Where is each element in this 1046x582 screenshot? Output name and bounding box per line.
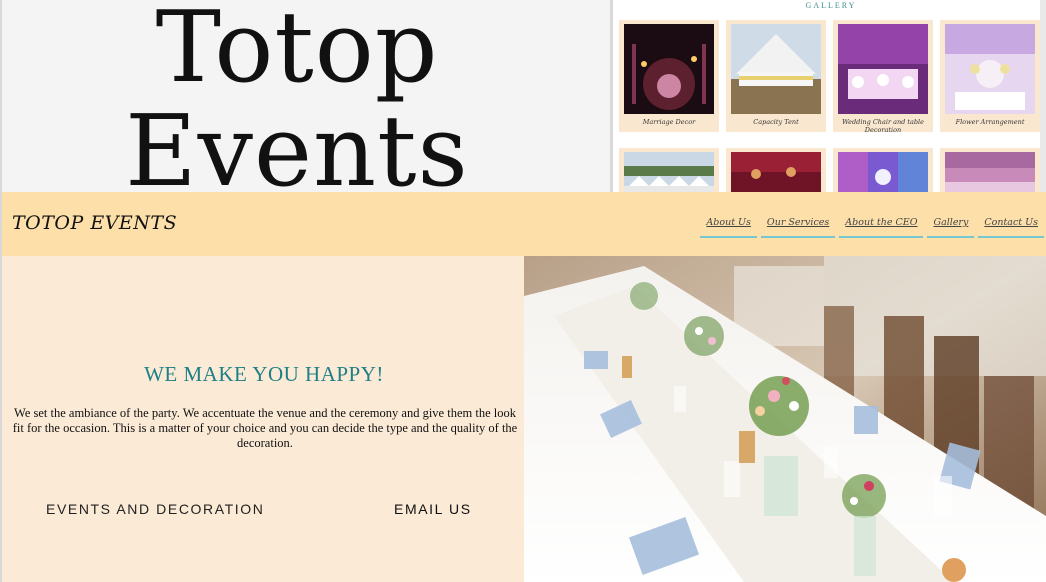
gallery-image	[945, 152, 1035, 192]
nav-item-about-ceo[interactable]: About the CEO	[839, 214, 924, 238]
gallery-card-capacity-tent[interactable]: Capacity Tent	[726, 20, 826, 132]
hero-title: Totop Events	[2, 0, 592, 204]
gallery-card-flower-arrangement[interactable]: Flower Arrangement	[940, 20, 1040, 132]
intro-description: We set the ambiance of the party. We acc…	[12, 406, 518, 450]
banquet-table-image	[524, 256, 1046, 582]
gallery-image-wedding-chairs	[838, 24, 928, 114]
gallery-image-capacity-tent	[731, 24, 821, 114]
nav-item-our-services[interactable]: Our Services	[760, 214, 836, 238]
gallery-card[interactable]	[940, 148, 1040, 192]
gallery-image-flower-arrangement	[945, 24, 1035, 114]
gallery-image	[624, 152, 714, 192]
email-us-link[interactable]: EMAIL US	[394, 501, 472, 517]
gallery-caption: Marriage Decor	[642, 118, 696, 126]
events-decoration-link[interactable]: EVENTS AND DECORATION	[46, 501, 264, 517]
gallery-card[interactable]	[833, 148, 933, 192]
gallery-scrollbar[interactable]	[1040, 0, 1046, 192]
gallery-card-marriage-decor[interactable]: Marriage Decor	[619, 20, 719, 132]
gallery-caption: Capacity Tent	[753, 118, 799, 126]
nav-item-about-us[interactable]: About Us	[700, 214, 757, 238]
brand-logo[interactable]: TOTOP EVENTS	[12, 212, 177, 234]
gallery-caption: Wedding Chair and table Decoration	[842, 118, 924, 134]
hero-title-line1: Totop	[155, 0, 439, 105]
gallery-card[interactable]	[726, 148, 826, 192]
gallery-card[interactable]	[619, 148, 719, 192]
gallery-label: GALLERY	[805, 1, 857, 10]
gallery-image	[731, 152, 821, 192]
navbar: TOTOP EVENTS About Us Our Services About…	[0, 192, 1046, 256]
nav-item-gallery[interactable]: Gallery	[927, 214, 975, 238]
gallery-image-marriage-decor	[624, 24, 714, 114]
intro-section: WE MAKE YOU HAPPY! We set the ambiance o…	[0, 256, 524, 582]
tagline-heading: WE MAKE YOU HAPPY!	[144, 362, 384, 386]
hero-banner: Totop Events	[0, 0, 610, 204]
nav-item-contact-us[interactable]: Contact Us	[978, 214, 1044, 238]
nav-menu: About Us Our Services About the CEO Gall…	[696, 214, 1044, 240]
banquet-table-photo	[524, 256, 1046, 582]
gallery-caption: Flower Arrangement	[955, 118, 1025, 126]
gallery-preview: GALLERY Marriage Decor Capacity Tent Wed…	[610, 0, 1046, 192]
gallery-card-wedding-chairs[interactable]: Wedding Chair and table Decoration	[833, 20, 933, 134]
gallery-image	[838, 152, 928, 192]
hero-title-line2: Events	[125, 95, 469, 209]
